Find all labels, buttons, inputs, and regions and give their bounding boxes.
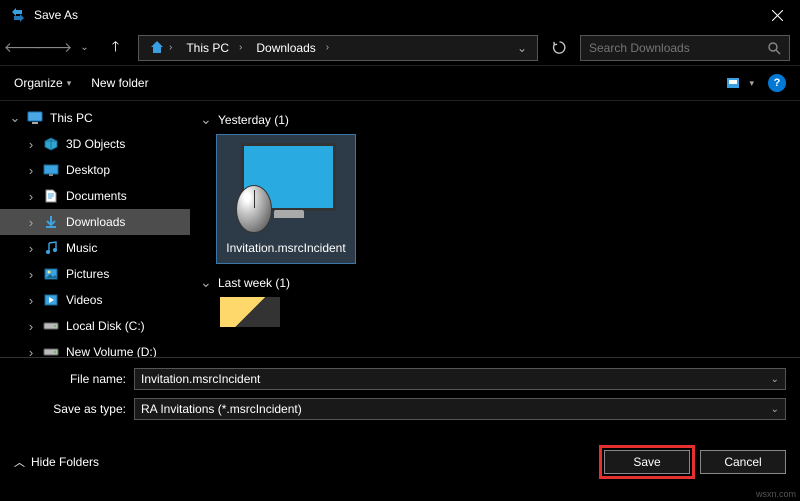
search-box[interactable] — [580, 35, 790, 61]
pictures-icon — [42, 268, 60, 280]
help-button[interactable]: ? — [768, 74, 786, 92]
chevron-right-icon: › — [24, 215, 38, 230]
chevron-down-icon[interactable]: ⌄ — [771, 404, 779, 415]
type-label: Save as type: — [14, 402, 134, 416]
videos-icon — [42, 294, 60, 306]
save-button[interactable]: Save — [604, 450, 690, 474]
sidebar-item-pictures[interactable]: › Pictures — [0, 261, 190, 287]
nav-bar: 🡐 🡒 ⌄ 🡑 › This PC› Downloads› ⌄ — [0, 30, 800, 65]
breadcrumb-dropdown[interactable]: ⌄ — [511, 41, 533, 55]
window-title: Save As — [34, 8, 78, 22]
cube-icon — [42, 137, 60, 151]
breadcrumb-icon: › — [143, 36, 178, 60]
main-area: ⌄ This PC › 3D Objects › Desktop › Docum… — [0, 101, 800, 357]
pc-icon — [26, 111, 44, 125]
breadcrumb-this-pc[interactable]: This PC› — [180, 36, 248, 60]
filename-input[interactable]: Invitation.msrcIncident ⌄ — [134, 368, 786, 390]
sidebar-item-desktop[interactable]: › Desktop — [0, 157, 190, 183]
cancel-button[interactable]: Cancel — [700, 450, 786, 474]
filename-label: File name: — [14, 372, 134, 386]
sidebar-item-downloads[interactable]: › Downloads — [0, 209, 190, 235]
toolbar: Organize▾ New folder ▾ ? — [0, 65, 800, 101]
form-area: File name: Invitation.msrcIncident ⌄ Sav… — [0, 357, 800, 436]
view-button[interactable]: ▾ — [727, 76, 754, 90]
file-invitation[interactable]: Invitation.msrcIncident — [216, 134, 356, 264]
arrows-icon — [10, 7, 26, 23]
refresh-button[interactable] — [544, 35, 574, 61]
chevron-down-icon[interactable]: ⌄ — [771, 374, 779, 385]
back-button[interactable]: 🡐 — [10, 35, 35, 60]
group-last-week[interactable]: ⌄ Last week (1) — [200, 274, 794, 291]
sidebar-item-3d[interactable]: › 3D Objects — [0, 131, 190, 157]
sidebar: ⌄ This PC › 3D Objects › Desktop › Docum… — [0, 101, 190, 357]
sidebar-item-this-pc[interactable]: ⌄ This PC — [0, 105, 190, 131]
search-input[interactable] — [589, 41, 767, 55]
document-icon — [42, 189, 60, 203]
disk-icon — [42, 347, 60, 357]
group-yesterday[interactable]: ⌄ Yesterday (1) — [200, 111, 794, 128]
organize-button[interactable]: Organize▾ — [14, 76, 71, 90]
new-folder-button[interactable]: New folder — [91, 76, 148, 90]
sidebar-item-music[interactable]: › Music — [0, 235, 190, 261]
chevron-right-icon: › — [24, 137, 38, 152]
forward-button[interactable]: 🡒 — [41, 35, 66, 60]
sidebar-item-local-disk[interactable]: › Local Disk (C:) — [0, 313, 190, 339]
hide-folders-button[interactable]: ︿ Hide Folders — [14, 454, 99, 470]
sidebar-item-documents[interactable]: › Documents — [0, 183, 190, 209]
chevron-right-icon: › — [24, 163, 38, 178]
disk-icon — [42, 321, 60, 331]
remote-assistance-icon — [231, 143, 341, 233]
file-partial[interactable] — [220, 297, 280, 327]
chevron-right-icon: › — [24, 293, 38, 308]
sidebar-item-new-volume[interactable]: › New Volume (D:) — [0, 339, 190, 357]
chevron-right-icon: › — [24, 267, 38, 282]
chevron-down-icon: ⌄ — [200, 274, 212, 291]
title-bar: Save As — [0, 0, 800, 30]
music-icon — [42, 241, 60, 255]
chevron-right-icon: › — [24, 241, 38, 256]
breadcrumb[interactable]: › This PC› Downloads› ⌄ — [138, 35, 538, 61]
footer: ︿ Hide Folders Save Cancel — [0, 436, 800, 484]
download-icon — [42, 215, 60, 229]
watermark: wsxn.com — [756, 489, 796, 499]
content-pane[interactable]: ⌄ Yesterday (1) Invitation.msrcIncident … — [190, 101, 800, 357]
breadcrumb-downloads[interactable]: Downloads› — [250, 36, 335, 60]
close-button[interactable] — [755, 0, 800, 30]
chevron-up-icon: ︿ — [14, 454, 25, 470]
chevron-right-icon: › — [24, 189, 38, 204]
chevron-down-icon: ⌄ — [200, 111, 212, 128]
sidebar-item-videos[interactable]: › Videos — [0, 287, 190, 313]
up-button[interactable]: 🡑 — [103, 35, 128, 60]
chevron-right-icon: › — [24, 319, 38, 334]
type-select[interactable]: RA Invitations (*.msrcIncident) ⌄ — [134, 398, 786, 420]
chevron-down-icon: ⌄ — [8, 110, 22, 126]
desktop-icon — [42, 164, 60, 176]
search-icon — [767, 41, 781, 55]
chevron-right-icon: › — [24, 345, 38, 358]
recent-locations-button[interactable]: ⌄ — [72, 35, 97, 60]
